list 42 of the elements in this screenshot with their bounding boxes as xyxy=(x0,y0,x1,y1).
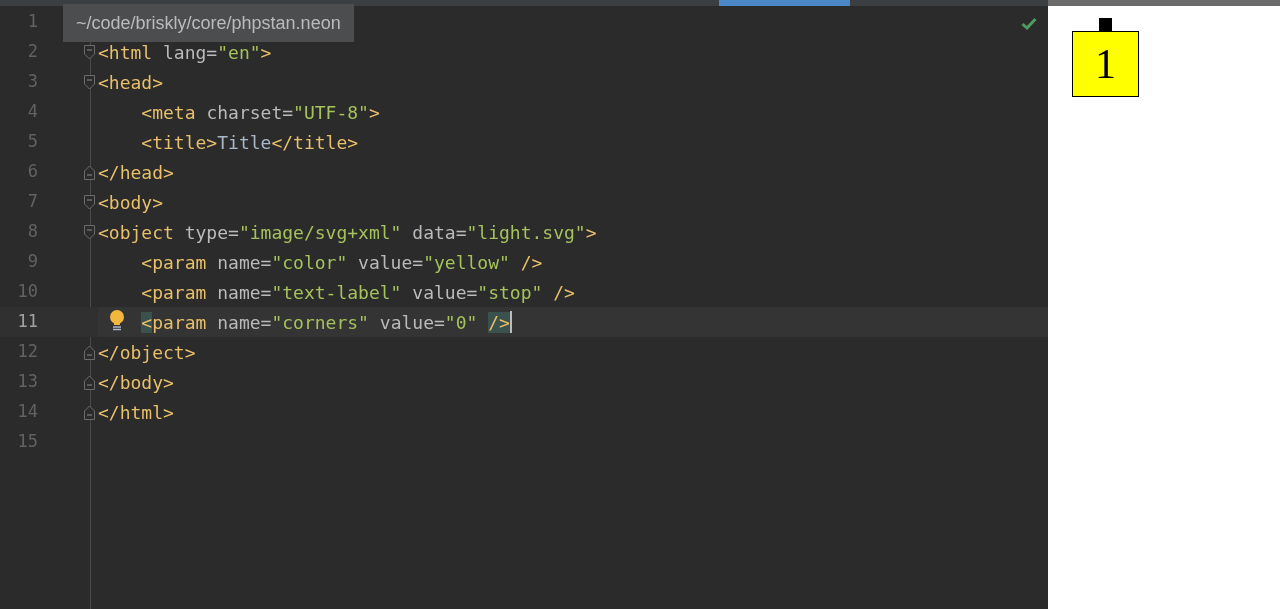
light-cap xyxy=(1099,18,1112,31)
line-number: 8 xyxy=(26,220,38,244)
line-number: 4 xyxy=(26,100,38,124)
line-number: 14 xyxy=(16,400,38,424)
line-number: 1 xyxy=(26,10,38,34)
code-line: <title>Title</title> xyxy=(140,130,359,155)
code-line: </body> xyxy=(98,370,174,395)
line-number: 3 xyxy=(26,70,38,94)
line-number: 11 xyxy=(16,310,38,334)
fold-icon[interactable] xyxy=(84,164,95,180)
line-number: 2 xyxy=(26,40,38,64)
fold-icon[interactable] xyxy=(84,74,95,90)
code-line: <param name="color" value="yellow" /> xyxy=(140,250,543,275)
code-line: <param name="text-label" value="stop" /> xyxy=(140,280,575,305)
line-number: 7 xyxy=(26,190,38,214)
fold-icon[interactable] xyxy=(84,44,95,60)
line-number: 5 xyxy=(26,130,38,154)
code-line: <object type="image/svg+xml" data="light.svg"> xyxy=(98,220,597,245)
file-path-tooltip: ~/code/briskly/core/phpstan.neon xyxy=(63,4,354,42)
code-line: </html> xyxy=(98,400,174,425)
line-number: 9 xyxy=(26,250,38,274)
line-number: 10 xyxy=(16,280,38,304)
fold-icon[interactable] xyxy=(84,344,95,360)
line-number: 15 xyxy=(16,430,38,454)
fold-icon[interactable] xyxy=(84,374,95,390)
code-line: </head> xyxy=(98,160,174,185)
text-cursor xyxy=(509,311,512,333)
check-icon xyxy=(1021,17,1037,30)
fold-icon[interactable] xyxy=(84,224,95,240)
fold-icon[interactable] xyxy=(84,194,95,210)
lightbulb-icon[interactable] xyxy=(109,310,125,332)
code-line: </object> xyxy=(98,340,196,365)
traffic-light-box: 1 xyxy=(1072,31,1139,97)
line-number: 6 xyxy=(26,160,38,184)
code-line: <body> xyxy=(98,190,164,215)
line-number: 12 xyxy=(16,340,38,364)
code-line: <head> xyxy=(98,70,164,95)
code-line: <html lang="en"> xyxy=(98,40,272,65)
line-number: 13 xyxy=(16,370,38,394)
fold-icon[interactable] xyxy=(84,404,95,420)
code-line: <param name="corners" value="0" /> xyxy=(140,310,510,335)
code-line: <meta charset="UTF-8"> xyxy=(140,100,380,125)
